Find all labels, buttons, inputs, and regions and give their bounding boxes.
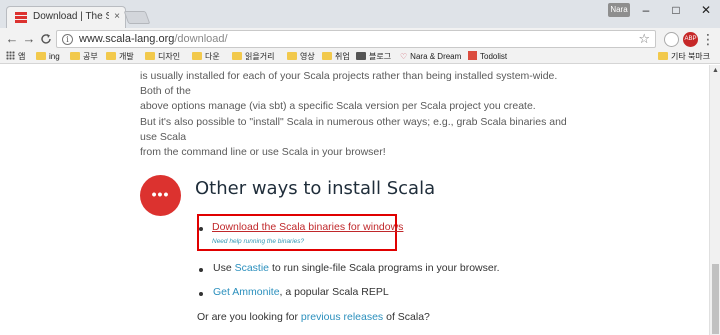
folder-icon [106,52,116,60]
ammonite-link[interactable]: Get Ammonite [213,286,280,298]
bookmark-folder[interactable]: 개발 [106,50,134,64]
heart-icon: ♡ [400,52,408,61]
bookmark-star-icon[interactable]: ☆ [638,31,650,47]
bookmark-link[interactable]: 블로그 [356,50,391,64]
tab-title: Download | The Scala P [33,11,109,22]
bullet [199,292,203,296]
previous-releases-link[interactable]: previous releases [301,311,383,323]
adblock-icon[interactable]: ABP [683,32,698,47]
bookmark-folder[interactable]: 취업 [322,50,350,64]
scroll-up-arrow-icon[interactable]: ▲ [710,65,720,76]
reload-button[interactable] [37,30,55,48]
bookmark-folder[interactable]: 다운 [192,50,220,64]
folder-icon [658,52,668,60]
bullet [199,227,203,231]
download-binaries-link[interactable]: Download the Scala binaries for windows [212,221,403,233]
site-info-icon[interactable]: i [62,34,73,45]
bookmark-folder[interactable]: ing [36,50,60,64]
address-bar[interactable]: i www.scala-lang.org/download/ ☆ [56,30,656,48]
new-tab-button[interactable] [123,11,151,24]
tab-close-icon[interactable]: × [111,10,123,24]
folder-icon [232,52,242,60]
folder-icon [70,52,80,60]
scastie-item: Use Scastie to run single-file Scala pro… [213,262,500,274]
extension-circle-icon[interactable] [664,32,679,47]
ellipsis-icon: ••• [140,175,181,216]
section-title: Other ways to install Scala [195,178,436,199]
bookmark-folder[interactable]: 읽을거리 [232,50,274,64]
vertical-scrollbar[interactable]: ▲ [709,65,720,335]
bullet [199,268,203,272]
folder-icon [192,52,202,60]
browser-toolbar: ← → i www.scala-lang.org/download/ ☆ ABP… [0,28,720,50]
forward-button[interactable]: → [20,30,38,48]
apps-shortcut[interactable]: 앱 [6,50,25,64]
close-window-button[interactable]: ✕ [692,0,720,20]
bookmark-folder[interactable]: 공부 [70,50,98,64]
binaries-help-link[interactable]: Need help running the binaries? [212,238,304,245]
bookmark-folder[interactable]: 디자인 [145,50,180,64]
title-bar: Download | The Scala P × Nara – □ ✕ [0,0,720,28]
bookmark-folder[interactable]: 영상 [287,50,315,64]
browser-tab[interactable]: Download | The Scala P × [6,6,126,28]
scastie-link[interactable]: Scastie [235,262,269,274]
back-button[interactable]: ← [3,30,21,48]
intro-paragraph: is usually installed for each of your Sc… [140,70,558,112]
folder-icon [322,52,332,60]
bookmark-link[interactable]: Todolist [468,50,507,64]
folder-icon [36,52,46,60]
menu-icon[interactable]: ⋮ [701,31,715,47]
blog-icon [356,52,366,60]
folder-icon [287,52,297,60]
scroll-thumb[interactable] [712,264,719,334]
reload-icon [41,34,51,44]
previous-releases-text: Or are you looking for previous releases… [197,311,430,323]
todoist-icon [468,51,477,60]
ammonite-item: Get Ammonite, a popular Scala REPL [213,286,389,298]
other-bookmarks[interactable]: 기타 북마크 [658,50,710,64]
bookmarks-bar: 앱 ing 공부 개발 디자인 다운 읽을거리 영상 취업 블로그 ♡ Nara … [0,50,720,64]
profile-badge[interactable]: Nara [608,3,630,17]
minimize-button[interactable]: – [632,0,660,20]
apps-grid-icon [6,51,15,60]
bookmark-link[interactable]: ♡ Nara & Dream [400,50,461,64]
url-text[interactable]: www.scala-lang.org/download/ [79,33,228,45]
scala-favicon-icon [15,12,27,23]
other-ways-paragraph: But it's also possible to "install" Scal… [140,116,567,158]
folder-icon [145,52,155,60]
page-viewport: is usually installed for each of your Sc… [0,65,709,335]
maximize-button[interactable]: □ [662,0,690,20]
